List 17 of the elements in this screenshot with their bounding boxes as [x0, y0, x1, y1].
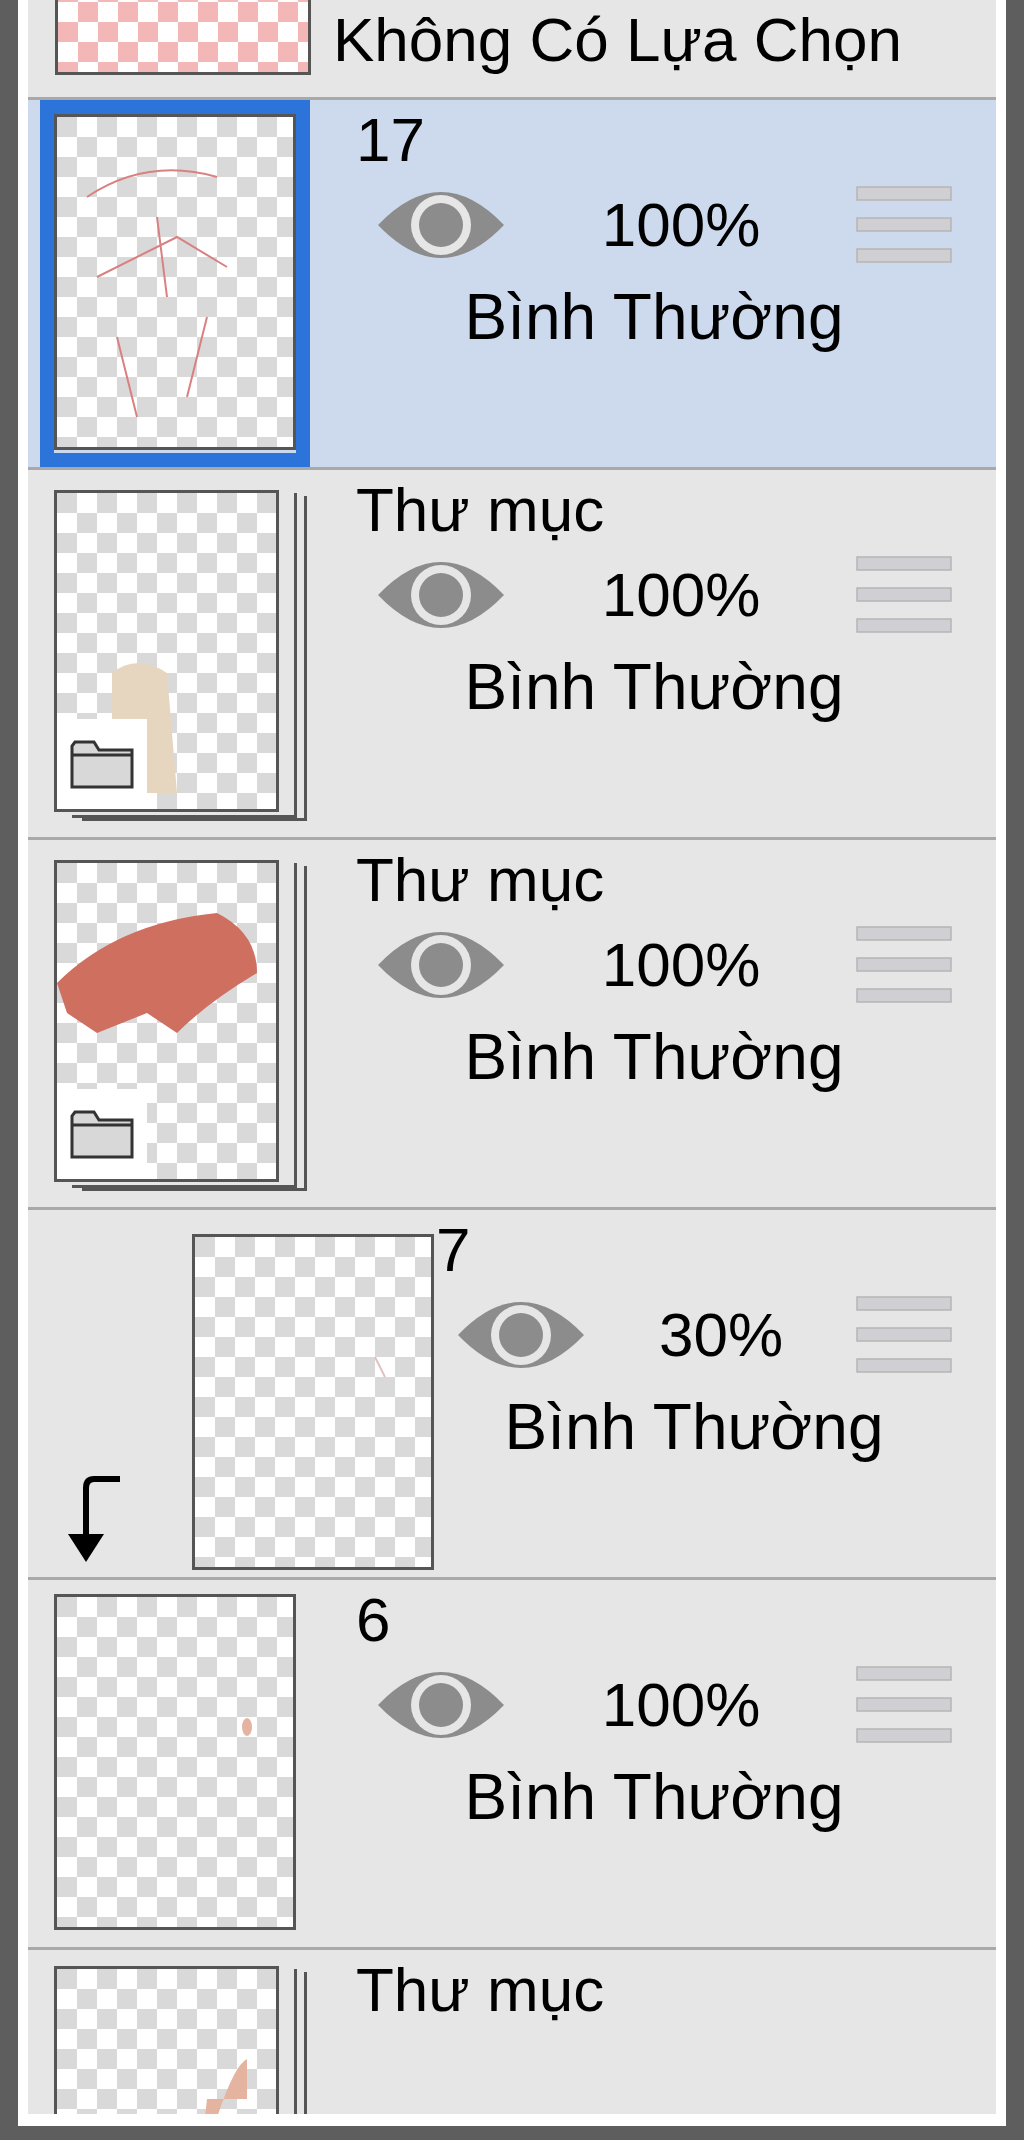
- layer-name: Thư mục: [356, 1956, 605, 2026]
- opacity-value: 30%: [657, 1299, 785, 1372]
- blend-mode: Bình Thường: [463, 1760, 845, 1836]
- layer-name: Thư mục: [356, 476, 606, 545]
- opacity-value: 100%: [600, 929, 762, 1002]
- blend-mode: Bình Thường: [463, 280, 845, 356]
- layer-name: 17: [356, 106, 426, 175]
- blend-mode: Bình Thường: [463, 1020, 845, 1096]
- layer-row[interactable]: 17 100% Bình Thường: [28, 100, 996, 470]
- layer-name: 7: [436, 1216, 472, 1285]
- layer-name: Thư mục: [356, 846, 606, 915]
- blend-mode: Bình Thường: [503, 1390, 885, 1466]
- opacity-value: 100%: [600, 189, 762, 262]
- blend-mode: Bình Thường: [463, 650, 845, 726]
- layer-name: 6: [356, 1586, 392, 1655]
- opacity-value: 100%: [600, 559, 762, 632]
- opacity-value: 100%: [600, 1669, 762, 1742]
